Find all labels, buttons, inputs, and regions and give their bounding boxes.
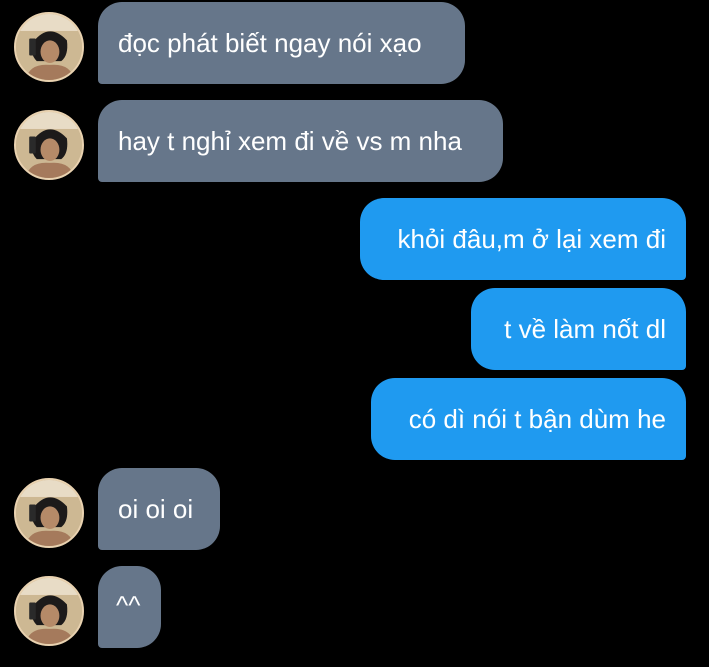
- message-text: t về làm nốt dl: [504, 314, 666, 344]
- chat-thread: đọc phát biết ngay nói xạo hay t nghỉ xe…: [0, 0, 709, 667]
- message-bubble[interactable]: có dì nói t bận dùm he: [371, 378, 686, 460]
- message-bubble[interactable]: khỏi đâu,m ở lại xem đi: [360, 198, 686, 280]
- message-bubble[interactable]: ^^: [98, 566, 161, 648]
- message-text: oi oi oi: [118, 494, 194, 524]
- message-bubble[interactable]: oi oi oi: [98, 468, 220, 550]
- message-text: hay t nghỉ xem đi về vs m nha: [118, 126, 462, 156]
- contact-avatar-icon[interactable]: [14, 478, 84, 548]
- message-text: khỏi đâu,m ở lại xem đi: [397, 224, 667, 254]
- message-text: ^^: [116, 590, 141, 620]
- message-bubble[interactable]: hay t nghỉ xem đi về vs m nha: [98, 100, 503, 182]
- message-text: đọc phát biết ngay nói xạo: [118, 28, 422, 58]
- message-bubble[interactable]: t về làm nốt dl: [471, 288, 686, 370]
- message-text: có dì nói t bận dùm he: [408, 404, 666, 434]
- contact-avatar-icon[interactable]: [14, 110, 84, 180]
- contact-avatar-icon[interactable]: [14, 12, 84, 82]
- message-bubble[interactable]: đọc phát biết ngay nói xạo: [98, 2, 465, 84]
- contact-avatar-icon[interactable]: [14, 576, 84, 646]
